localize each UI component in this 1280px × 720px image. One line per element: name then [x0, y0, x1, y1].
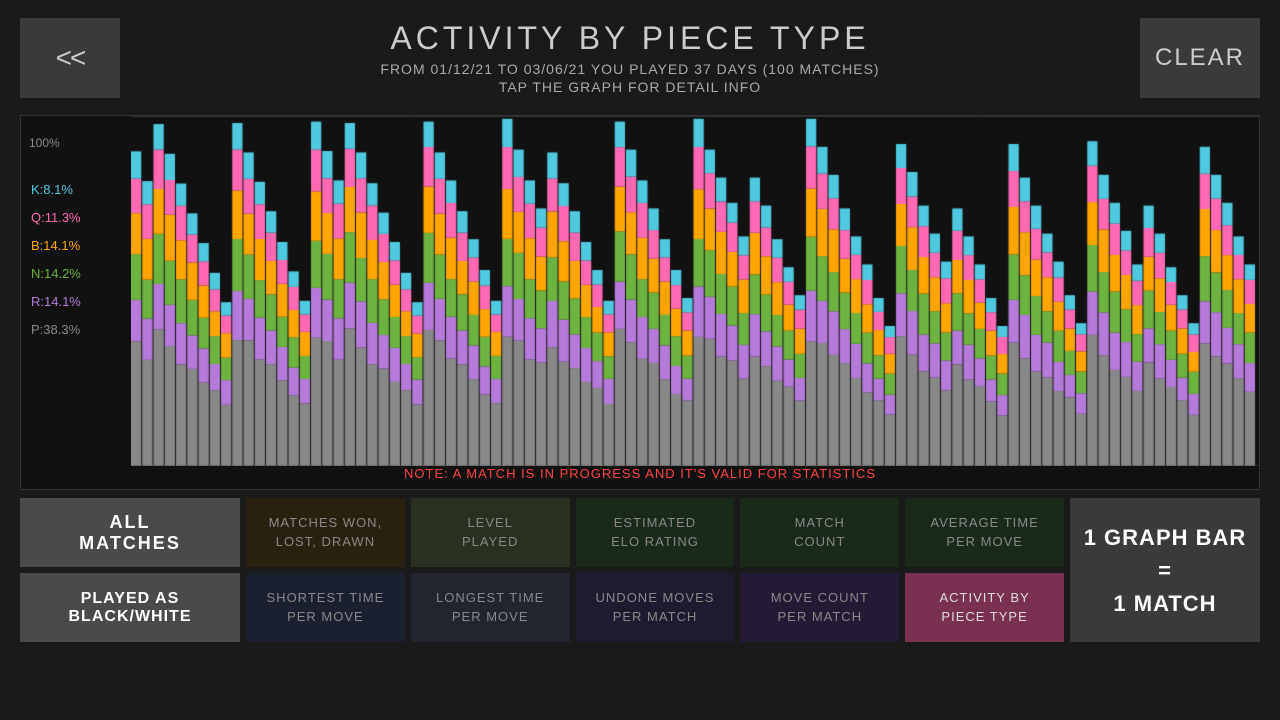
header-subtitle: FROM 01/12/21 TO 03/06/21 YOU PLAYED 37 … [120, 61, 1140, 77]
back-button[interactable]: << [20, 18, 120, 98]
stat-match-count-button[interactable]: MATCHCOUNT [740, 498, 899, 567]
stat-move-count-button[interactable]: MOVE COUNTPER MATCH [740, 573, 899, 642]
stat-elo-rating-button[interactable]: ESTIMATEDELO RATING [576, 498, 735, 567]
header-hint: TAP THE GRAPH FOR DETAIL INFO [120, 79, 1140, 95]
stat-matches-won-button[interactable]: MATCHES WON,LOST, DRAWN [246, 498, 405, 567]
graph-bar-info: 1 GRAPH BAR = 1 MATCH [1070, 498, 1260, 642]
played-as-button[interactable]: PLAYED ASBLACK/WHITE [20, 573, 240, 642]
bar-chart-canvas[interactable] [131, 116, 1260, 466]
stat-level-played-button[interactable]: LEVELPLAYED [411, 498, 570, 567]
stat-avg-time-button[interactable]: AVERAGE TIMEPER MOVE [905, 498, 1064, 567]
legend-king: K:8.1% [31, 176, 81, 204]
all-matches-button[interactable]: ALLMATCHES [20, 498, 240, 567]
legend-rook: R:14.1% [31, 288, 81, 316]
chart-legend: K:8.1% Q:11.3% B:14.1% N:14.2% R:14.1% P… [31, 176, 81, 344]
header: << ACTIVITY BY PIECE TYPE FROM 01/12/21 … [0, 0, 1280, 115]
match-filter-col: ALLMATCHES PLAYED ASBLACK/WHITE [20, 498, 240, 642]
stat-longest-time-button[interactable]: LONGEST TIMEPER MOVE [411, 573, 570, 642]
page-title: ACTIVITY BY PIECE TYPE [120, 20, 1140, 57]
clear-button[interactable]: CLEAR [1140, 18, 1260, 98]
legend-bishop: B:14.1% [31, 232, 81, 260]
header-center: ACTIVITY BY PIECE TYPE FROM 01/12/21 TO … [120, 20, 1140, 95]
bottom-controls: ALLMATCHES PLAYED ASBLACK/WHITE MATCHES … [0, 490, 1280, 650]
stat-activity-piece-type-button[interactable]: ACTIVITY BYPIECE TYPE [905, 573, 1064, 642]
stat-undone-moves-button[interactable]: UNDONE MOVESPER MATCH [576, 573, 735, 642]
stats-grid: MATCHES WON,LOST, DRAWN LEVELPLAYED ESTI… [246, 498, 1064, 642]
legend-queen: Q:11.3% [31, 204, 81, 232]
chart-area[interactable]: 100% K:8.1% Q:11.3% B:14.1% N:14.2% R:14… [20, 115, 1260, 490]
stat-shortest-time-button[interactable]: SHORTEST TIMEPER MOVE [246, 573, 405, 642]
legend-knight: N:14.2% [31, 260, 81, 288]
legend-pawn: P:38.3% [31, 316, 81, 344]
chart-note: NOTE: A MATCH IS IN PROGRESS AND IT'S VA… [21, 460, 1259, 487]
graph-bar-label: 1 GRAPH BAR = 1 MATCH [1084, 521, 1247, 620]
